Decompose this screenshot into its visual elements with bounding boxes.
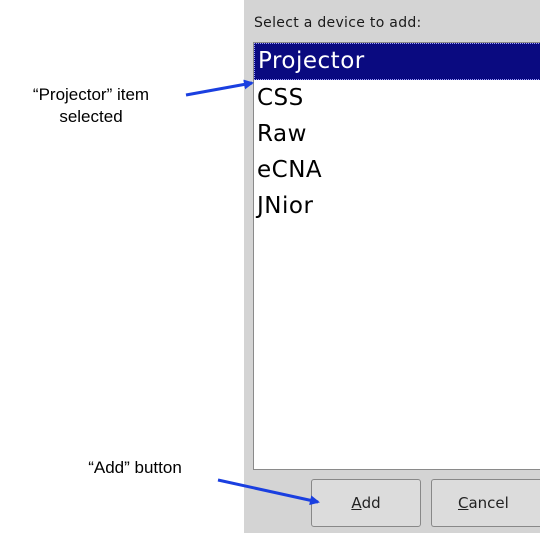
callout-arrows <box>185 79 320 506</box>
projector-arrow-icon <box>185 79 254 97</box>
add-arrow-icon <box>217 478 320 506</box>
